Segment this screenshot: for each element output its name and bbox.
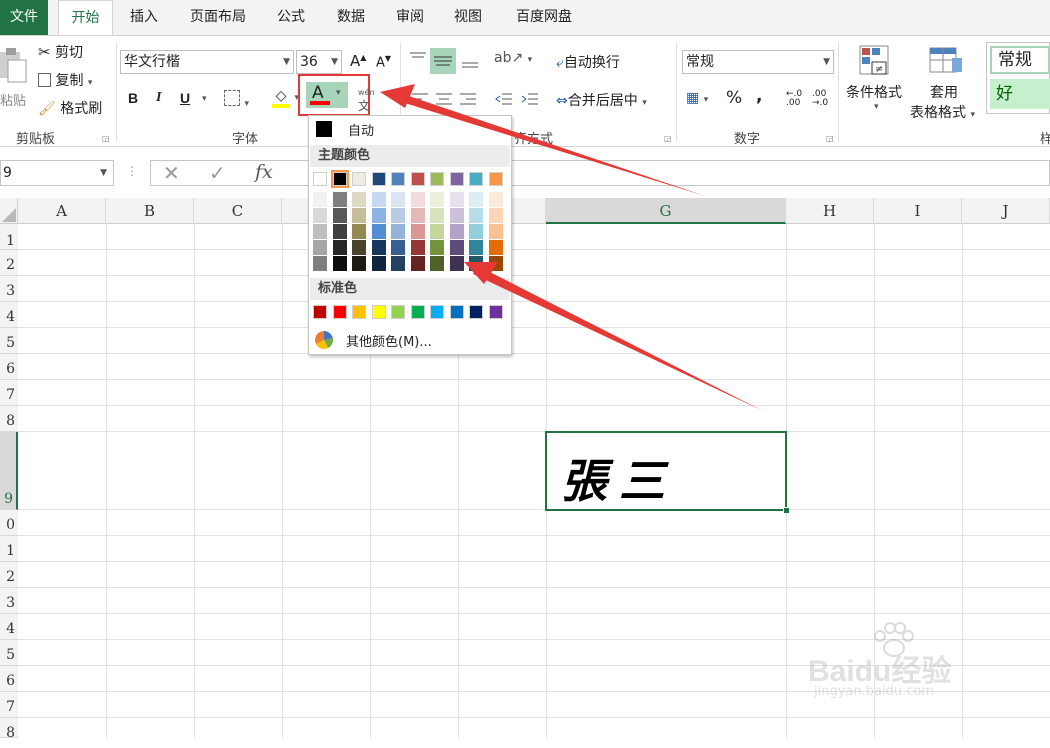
annotation-arrows	[380, 84, 765, 412]
arrow-to-font-color-icon	[395, 93, 705, 196]
arrow-to-swatch-icon	[473, 266, 765, 412]
